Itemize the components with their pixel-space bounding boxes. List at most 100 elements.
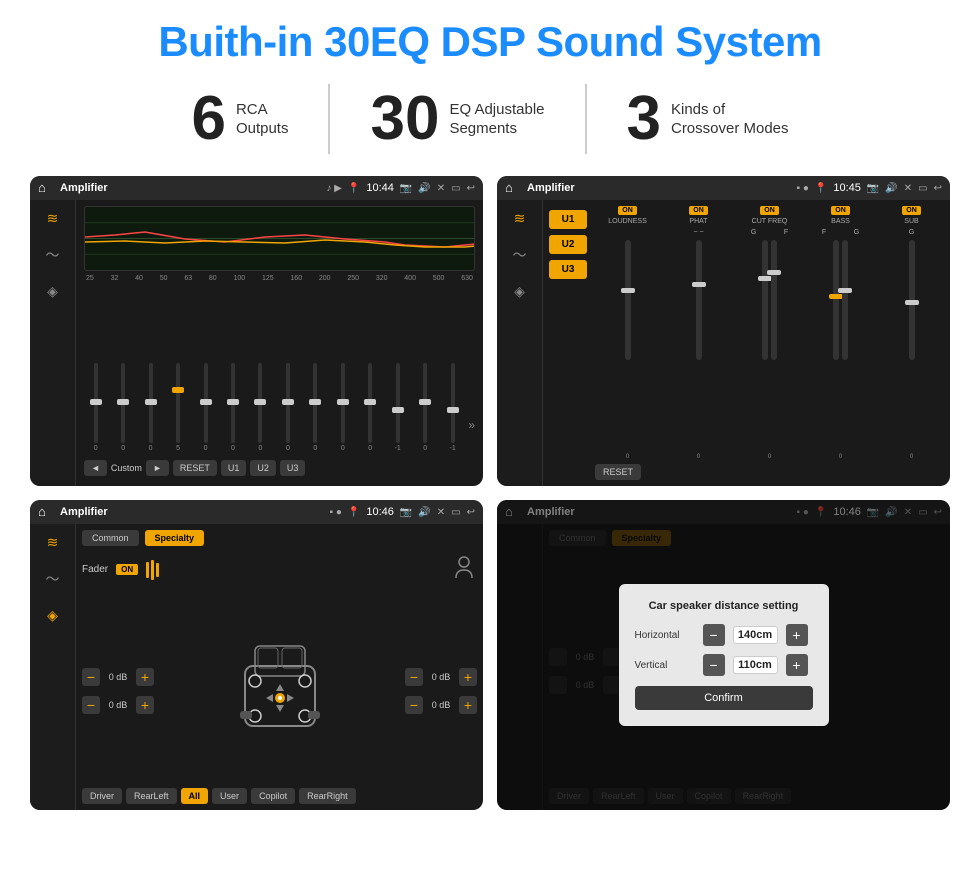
fader-on-badge[interactable]: ON [116, 564, 138, 575]
eq-thumb-2[interactable] [117, 399, 129, 405]
back-icon-2[interactable]: ↩ [934, 183, 942, 194]
eq-vol-icon[interactable]: ◈ [47, 283, 58, 300]
cutfreq-toggle[interactable]: ON [760, 206, 779, 215]
horizontal-plus-btn[interactable]: + [786, 624, 808, 646]
db-control-fl: − 0 dB + [82, 668, 154, 686]
fader-slider-mini[interactable] [146, 560, 159, 580]
crossover-vol-icon[interactable]: ◈ [514, 283, 525, 300]
rearright-btn[interactable]: RearRight [299, 788, 356, 804]
loudness-toggle[interactable]: ON [618, 206, 637, 215]
eq-thumb-9[interactable] [309, 399, 321, 405]
driver-btn[interactable]: Driver [82, 788, 122, 804]
eq-thumb-4[interactable] [172, 387, 184, 393]
db-plus-rr[interactable]: + [459, 696, 477, 714]
horizontal-minus-btn[interactable]: − [703, 624, 725, 646]
u2-btn-eq[interactable]: U2 [250, 460, 276, 476]
eq-track-1[interactable] [94, 363, 98, 443]
db-plus-rl[interactable]: + [136, 696, 154, 714]
eq-thumb-14[interactable] [447, 407, 459, 413]
eq-track-7[interactable] [258, 363, 262, 443]
u3-btn-eq[interactable]: U3 [280, 460, 306, 476]
user-btn[interactable]: User [212, 788, 247, 804]
eq-track-4[interactable] [176, 363, 180, 443]
eq-thumb-1[interactable] [90, 399, 102, 405]
sub-thumb[interactable] [905, 300, 919, 305]
home-icon-1[interactable]: ⌂ [38, 180, 54, 196]
all-btn[interactable]: All [181, 788, 209, 804]
eq-track-14[interactable] [451, 363, 455, 443]
tab-specialty[interactable]: Specialty [145, 530, 205, 546]
eq-track-12[interactable] [396, 363, 400, 443]
eq-track-13[interactable] [423, 363, 427, 443]
u3-preset-btn[interactable]: U3 [549, 260, 587, 279]
eq-track-2[interactable] [121, 363, 125, 443]
back-icon-3[interactable]: ↩ [467, 507, 475, 518]
eq-thumb-7[interactable] [254, 399, 266, 405]
loudness-track[interactable] [625, 240, 631, 360]
stat-label-eq: EQ AdjustableSegments [449, 100, 544, 139]
preset-column: U1 U2 U3 [549, 206, 587, 480]
rearleft-btn[interactable]: RearLeft [126, 788, 177, 804]
eq-wave-icon[interactable]: 〜 [46, 245, 60, 265]
bass-toggle[interactable]: ON [831, 206, 850, 215]
db-plus-fl[interactable]: + [136, 668, 154, 686]
home-icon-3[interactable]: ⌂ [38, 504, 54, 520]
eq-thumb-5[interactable] [200, 399, 212, 405]
sub-track[interactable] [909, 240, 915, 360]
u1-preset-btn[interactable]: U1 [549, 210, 587, 229]
u1-btn-eq[interactable]: U1 [221, 460, 247, 476]
crossover-filter-icon[interactable]: ≋ [514, 210, 526, 227]
eq-thumb-6[interactable] [227, 399, 239, 405]
cutfreq-track-1[interactable] [762, 240, 768, 360]
crossover-wave-icon[interactable]: 〜 [513, 245, 527, 265]
eq-track-10[interactable] [341, 363, 345, 443]
eq-thumb-13[interactable] [419, 399, 431, 405]
eq-track-6[interactable] [231, 363, 235, 443]
loudness-thumb[interactable] [621, 288, 635, 293]
bass-thumb-2[interactable] [838, 288, 852, 293]
confirm-button[interactable]: Confirm [635, 686, 813, 710]
cutfreq-thumb-1[interactable] [758, 276, 772, 281]
db-plus-fr[interactable]: + [459, 668, 477, 686]
tab-common[interactable]: Common [82, 530, 139, 546]
fader-filter-icon[interactable]: ≋ [47, 534, 59, 551]
phat-toggle[interactable]: ON [689, 206, 708, 215]
fader-vol-icon[interactable]: ◈ [47, 607, 58, 624]
cutfreq-thumb-2[interactable] [767, 270, 781, 275]
eq-thumb-8[interactable] [282, 399, 294, 405]
bass-track-1[interactable] [833, 240, 839, 360]
reset-btn-eq[interactable]: RESET [173, 460, 217, 476]
eq-thumb-11[interactable] [364, 399, 376, 405]
db-minus-fr[interactable]: − [405, 668, 423, 686]
eq-thumb-3[interactable] [145, 399, 157, 405]
eq-thumb-10[interactable] [337, 399, 349, 405]
copilot-btn[interactable]: Copilot [251, 788, 295, 804]
db-minus-fl[interactable]: − [82, 668, 100, 686]
home-icon-2[interactable]: ⌂ [505, 180, 521, 196]
vertical-minus-btn[interactable]: − [703, 654, 725, 676]
eq-filter-icon[interactable]: ≋ [47, 210, 59, 227]
phat-thumb[interactable] [692, 282, 706, 287]
crossover-reset-btn[interactable]: RESET [595, 464, 641, 480]
eq-track-11[interactable] [368, 363, 372, 443]
expand-icon[interactable]: » [468, 418, 475, 452]
eq-track-3[interactable] [149, 363, 153, 443]
u2-preset-btn[interactable]: U2 [549, 235, 587, 254]
cutfreq-track-2[interactable] [771, 240, 777, 360]
eq-track-9[interactable] [313, 363, 317, 443]
db-minus-rl[interactable]: − [82, 696, 100, 714]
eq-thumb-12[interactable] [392, 407, 404, 413]
phat-track[interactable] [696, 240, 702, 360]
vertical-plus-btn[interactable]: + [786, 654, 808, 676]
db-minus-rr[interactable]: − [405, 696, 423, 714]
eq-track-8[interactable] [286, 363, 290, 443]
bass-track-2[interactable] [842, 240, 848, 360]
sub-toggle[interactable]: ON [902, 206, 921, 215]
horizontal-value: 140cm [733, 626, 778, 644]
next-preset-btn[interactable]: ► [146, 460, 169, 476]
fader-wave-icon[interactable]: 〜 [46, 569, 60, 589]
eq-track-5[interactable] [204, 363, 208, 443]
bass-thumb-1[interactable] [829, 294, 843, 299]
prev-preset-btn[interactable]: ◄ [84, 460, 107, 476]
back-icon-1[interactable]: ↩ [467, 183, 475, 194]
